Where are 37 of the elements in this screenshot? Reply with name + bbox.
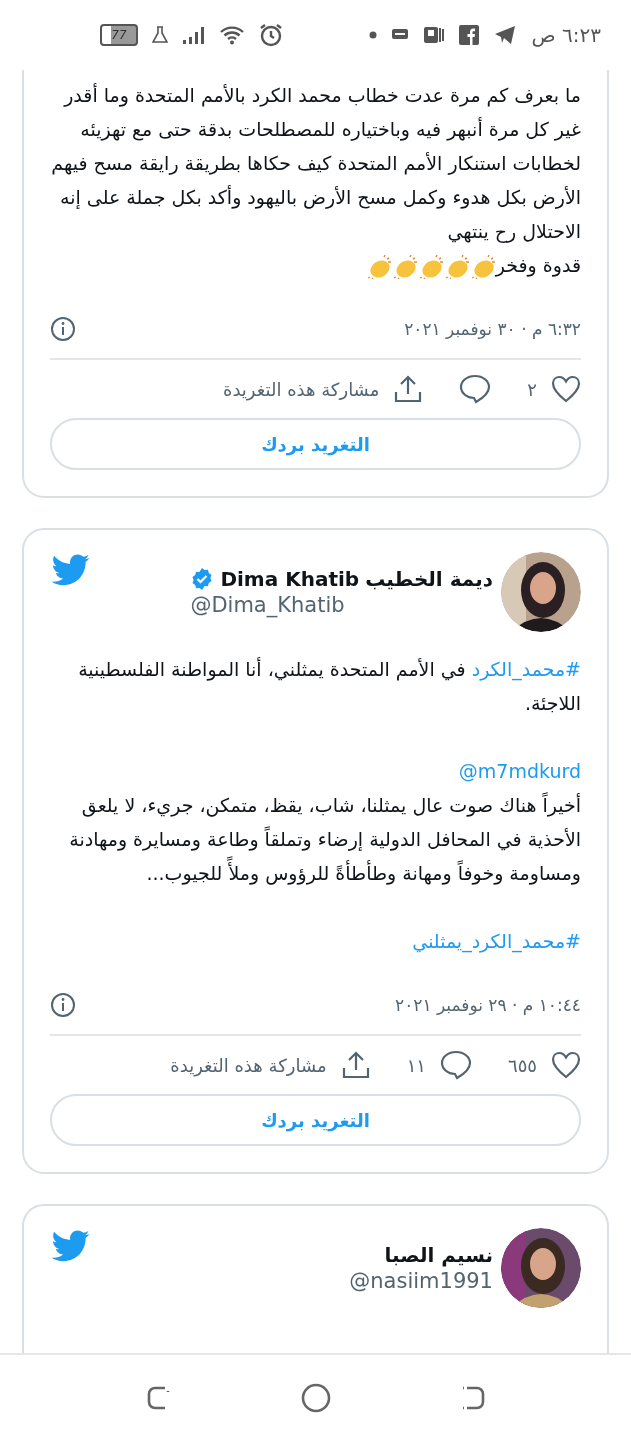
app-icon [423,25,446,45]
tweet-timestamp[interactable]: ٦:٣٢ م · ٣٠ نوفمبر ٢٠٢١ [404,319,581,339]
flask-icon [152,26,168,44]
share-button[interactable]: مشاركة هذه التغريدة [170,1050,371,1080]
bird-icon[interactable] [50,552,90,586]
info-icon[interactable] [50,992,76,1018]
info-icon[interactable] [50,316,76,342]
heart-icon [551,375,581,403]
author-name-latin[interactable]: Dima Khatib [220,567,360,591]
author-handle[interactable]: @Dima_Khatib [190,593,493,617]
tweet-timestamp[interactable]: ١٠:٤٤ م · ٢٩ نوفمبر ٢٠٢١ [395,995,581,1015]
share-button[interactable]: مشاركة هذه التغريدة [223,374,424,404]
author-name[interactable]: ديمة الخطيب [365,567,493,591]
battery-icon: 77 [100,24,138,46]
bird-icon[interactable] [50,1228,90,1262]
heart-icon [551,1051,581,1079]
signal-icon [182,25,206,45]
share-icon [393,374,424,404]
telegram-icon [493,25,518,45]
reply-button[interactable] [459,374,492,404]
author-name[interactable]: نسيم الصبا [384,1243,493,1267]
status-time: ٦:٢٣ ص [531,23,601,47]
share-icon [340,1050,371,1080]
author-handle[interactable]: @nasiim1991 [349,1269,493,1293]
home-icon[interactable] [299,1381,332,1414]
like-button[interactable]: ٢ [527,374,581,404]
facebook-icon [459,25,480,45]
speech-bubble-icon [440,1050,472,1080]
tweet-text: ما بعرف كم مرة عدت خطاب محمد الكرد بالأمم المتحدة وما أقدر غير كل مرة أنبهر فيه وباختياره للمصطلحات بدقة حتى مع تهزيئه لخطابات استنكار الأمم المتحدة كيف حكاها بطريقة رايقة مسح فيهم الأرض بكل هدوء وكمل مسح الأرض باليهود وأكد بكل جملة على إنه الاحتلال رح ينتهي قدوة وفخر [50,78,581,282]
dot-icon [369,31,378,39]
speech-bubble-icon [459,374,492,404]
wifi-icon [220,25,244,45]
message-icon [391,28,410,42]
reply-button[interactable]: ١١ [406,1050,472,1080]
tweet-text: #محمد_الكرد في الأمم المتحدة يمثلني، أنا المواطنة الفلسطينية اللاجئة. [77,656,581,716]
alarm-icon [258,22,284,48]
like-button[interactable]: ٦٥٥ [508,1050,581,1080]
